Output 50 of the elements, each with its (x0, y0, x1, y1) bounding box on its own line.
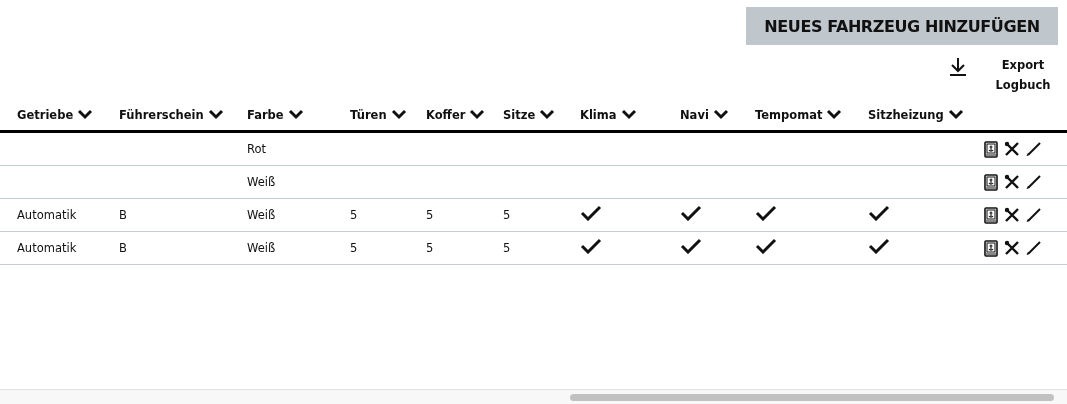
export-logbook-label: Export Logbuch (994, 57, 1052, 94)
column-header[interactable]: Führerschein (119, 107, 204, 122)
table-cell: Automatik (17, 241, 77, 255)
chevron-down-icon[interactable] (469, 109, 486, 120)
horizontal-scrollbar[interactable] (0, 389, 1067, 404)
column-header[interactable]: Sitzheizung (868, 107, 944, 122)
chevron-down-icon[interactable] (826, 109, 843, 120)
column-header[interactable]: Koffer (426, 107, 466, 122)
add-vehicle-button[interactable]: NEUES FAHRZEUG HINZUFÜGEN (746, 7, 1058, 45)
chevron-down-icon[interactable] (620, 109, 637, 120)
table-cell: 5 (503, 208, 511, 222)
column-header[interactable]: Tempomat (755, 107, 823, 122)
table-cell: Rot (247, 142, 267, 156)
table-cell: 5 (350, 241, 358, 255)
tools-icon[interactable] (1004, 174, 1020, 190)
column-header[interactable]: Türen (350, 107, 387, 122)
table-cell: B (119, 241, 127, 255)
table-cell: Automatik (17, 208, 77, 222)
chevron-down-icon[interactable] (539, 109, 556, 120)
column-header[interactable]: Klima (580, 107, 617, 122)
pencil-icon[interactable] (1026, 174, 1042, 190)
table-cell: Weiß (247, 208, 276, 222)
logbook-icon[interactable] (984, 206, 998, 224)
table-cell: 5 (426, 208, 434, 222)
column-header[interactable]: Navi (680, 107, 709, 122)
table-cell: 5 (426, 241, 434, 255)
chevron-down-icon[interactable] (390, 109, 407, 120)
tools-icon[interactable] (1004, 141, 1020, 157)
chevron-down-icon[interactable] (947, 109, 964, 120)
pencil-icon[interactable] (1026, 141, 1042, 157)
chevron-down-icon[interactable] (207, 109, 224, 120)
table-cell: Weiß (247, 241, 276, 255)
pencil-icon[interactable] (1026, 207, 1042, 223)
table-cell: 5 (350, 208, 358, 222)
chevron-down-icon[interactable] (712, 109, 729, 120)
download-icon[interactable] (949, 57, 967, 77)
chevron-down-icon[interactable] (77, 109, 94, 120)
tools-icon[interactable] (1004, 207, 1020, 223)
logbook-icon[interactable] (984, 140, 998, 158)
chevron-down-icon[interactable] (287, 109, 304, 120)
logbook-icon[interactable] (984, 173, 998, 191)
table-cell: 5 (503, 241, 511, 255)
table-cell: Weiß (247, 175, 276, 189)
column-header[interactable]: Sitze (503, 107, 536, 122)
column-header[interactable]: Getriebe (17, 107, 74, 122)
pencil-icon[interactable] (1026, 240, 1042, 256)
tools-icon[interactable] (1004, 240, 1020, 256)
table-cell: B (119, 208, 127, 222)
logbook-icon[interactable] (984, 239, 998, 257)
column-header[interactable]: Farbe (247, 107, 284, 122)
